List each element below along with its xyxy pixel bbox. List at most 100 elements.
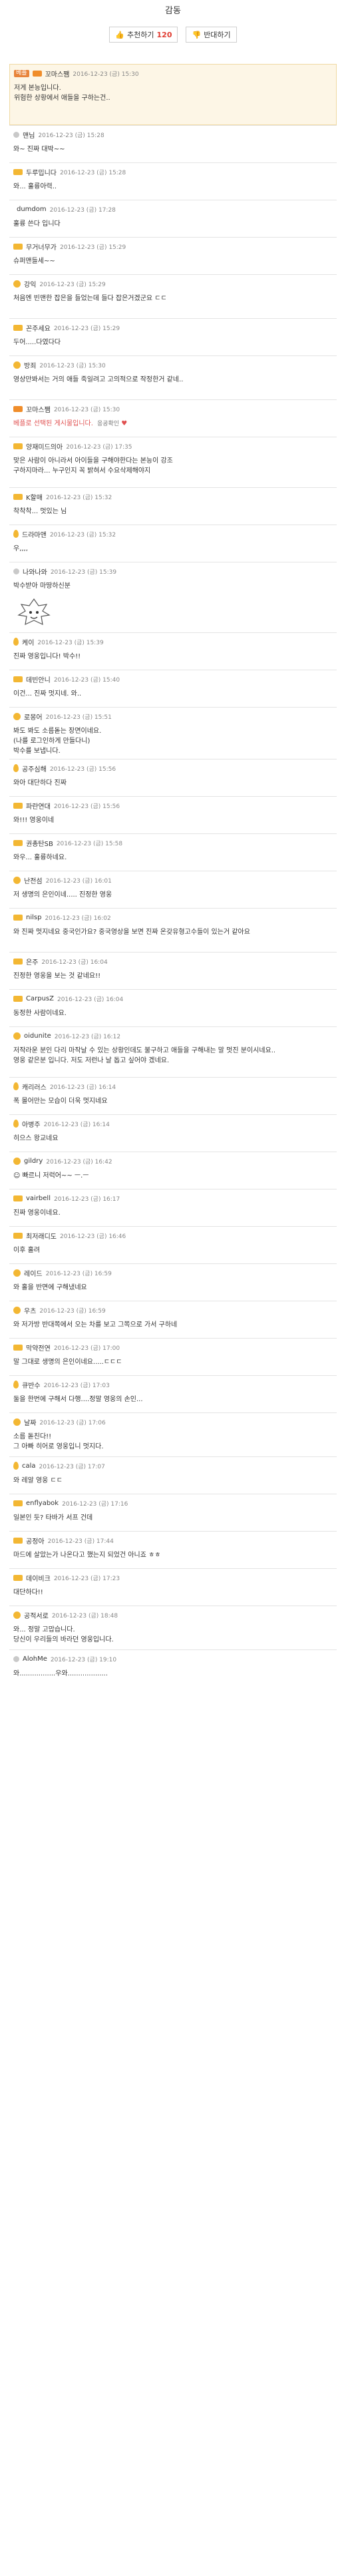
member-level-icon xyxy=(13,764,19,772)
comment-line: 히으스 왕교네요 xyxy=(13,1135,59,1142)
comment-body: 말 그대로 생명의 은인이네요.....ㄷㄷㄷ xyxy=(13,1352,333,1367)
comment-header: 은주 2016-12-23 (금) 16:04 xyxy=(13,957,333,966)
oppose-button[interactable]: 👎 반대하기 xyxy=(186,27,237,43)
comment-date: 2016-12-23 (금) 15:58 xyxy=(56,840,123,847)
comment-author[interactable]: 공정아 xyxy=(26,1536,45,1546)
comment-line: 영상만봐서는 거의 애들 죽일려고 고의적으로 작정한거 같네.. xyxy=(13,376,184,383)
comment-line: 와.................우와................... xyxy=(13,1670,108,1677)
comment-body: 대단하다!! xyxy=(13,1582,333,1598)
comment-author[interactable]: 맨님 xyxy=(23,130,35,140)
comment-header: 나와나와 2016-12-23 (금) 15:39 xyxy=(13,566,333,576)
comment-author[interactable]: K할매 xyxy=(26,492,43,502)
comment-author[interactable]: 데이비크 xyxy=(26,1573,51,1583)
comment-author[interactable]: 공적서로 xyxy=(24,1610,49,1620)
comment-author[interactable]: 큐반수 xyxy=(22,1380,41,1390)
comment-author[interactable]: 최저래디도 xyxy=(26,1231,57,1241)
comment-author[interactable]: 파란연대 xyxy=(26,801,51,811)
comment-body: 슈퍼맨들세~~ xyxy=(13,251,333,266)
comment-author[interactable]: vairbell xyxy=(26,1195,51,1202)
comment-body: 착착착... 멋있는 님 xyxy=(13,501,333,517)
comment-author[interactable]: 무거너무가 xyxy=(26,242,57,252)
comment-line: 진정한 영웅을 보는 것 같네요!! xyxy=(13,972,101,980)
comment-date: 2016-12-23 (금) 15:29 xyxy=(39,281,106,288)
comment-author[interactable]: 꼰주세요 xyxy=(26,323,51,333)
comment-line: 처음엔 빈맨한 잡은을 들었는데 들다 잡은거겠군요 ㄷㄷ xyxy=(13,295,167,302)
comment-line: 일본인 듯? 타바가 서프 건데 xyxy=(13,1514,93,1522)
comment-author[interactable]: 꼬마스쨈 xyxy=(45,69,70,79)
comment-date: 2016-12-23 (금) 15:30 xyxy=(73,71,139,78)
comment-line: 위험한 상황에서 애들을 구하는건.. xyxy=(14,95,110,102)
comment-author[interactable]: 아병주 xyxy=(22,1119,41,1129)
recommend-button[interactable]: 👍 추천하기 120 xyxy=(109,27,178,43)
view-original-link[interactable]: 응공확인 xyxy=(97,421,119,427)
comment-line: 슈퍼맨들세~~ xyxy=(13,258,55,265)
comment-item: vairbell 2016-12-23 (금) 16:17 진짜 영웅이네요. xyxy=(9,1189,337,1226)
comment-author[interactable]: 나와나와 xyxy=(23,566,47,576)
comment-body: 와!!! 영웅이네 xyxy=(13,810,333,825)
comment-body: 와... 훌륭아력.. xyxy=(13,176,333,192)
comment-author[interactable]: gildry xyxy=(24,1158,43,1165)
comment-author[interactable]: 캐리러스 xyxy=(22,1082,47,1092)
comment-date: 2016-12-23 (금) 16:14 xyxy=(43,1121,110,1128)
comment-author[interactable]: 드라마앤 xyxy=(22,529,47,539)
comment-line: 두어.....다였다다 xyxy=(13,339,61,346)
thumbs-up-icon: 👍 xyxy=(115,30,125,39)
comment-author[interactable]: dumdom xyxy=(17,206,47,213)
comment-item: gildry 2016-12-23 (금) 16:42 ☺ 빠르니 저럭어~~ ㅡ.… xyxy=(9,1152,337,1189)
comment-header: 양재미드의아 2016-12-23 (금) 17:35 xyxy=(13,441,333,451)
comment-author[interactable]: 방죄 xyxy=(24,360,36,370)
comment-item: K할매 2016-12-23 (금) 15:32 착착착... 멋있는 님 xyxy=(9,487,337,525)
comment-item: CarpusZ 2016-12-23 (금) 16:04 동정한 사람이네요. xyxy=(9,989,337,1026)
comment-item: 날짜 2016-12-23 (금) 17:06 소름 돋친다!! 그 아빠 히어로 영… xyxy=(9,1412,337,1456)
comment-date: 2016-12-23 (금) 17:03 xyxy=(43,1382,110,1389)
comment-date: 2016-12-23 (금) 15:30 xyxy=(39,362,106,369)
comment-item: 강익 2016-12-23 (금) 15:29 처음엔 빈맨한 잡은을 들었는데 들… xyxy=(9,274,337,318)
comment-body: 와 홀을 반면에 구해냈네요 xyxy=(13,1277,333,1293)
member-level-icon xyxy=(13,876,21,884)
comment-date: 2016-12-23 (금) 17:16 xyxy=(62,1500,128,1508)
vote-bar: 👍 추천하기 120 👎 반대하기 xyxy=(0,27,346,43)
comment-item: 데이비크 2016-12-23 (금) 17:23 대단하다!! xyxy=(9,1568,337,1606)
member-level-icon xyxy=(13,1537,23,1544)
comment-body: 진짜 영웅이네요. xyxy=(13,1203,333,1218)
comment-header: 캐리러스 2016-12-23 (금) 16:14 xyxy=(13,1082,333,1092)
comment-line: (나를 로그인하게 만들다니) xyxy=(13,738,90,745)
comment-item: 드라마앤 2016-12-23 (금) 15:32 우,,,, xyxy=(9,525,337,562)
member-level-icon xyxy=(13,361,21,369)
comment-author[interactable]: 데빈안니 xyxy=(26,674,51,684)
comment-author[interactable]: 두루밉니다 xyxy=(26,167,57,177)
comment-author[interactable]: CarpusZ xyxy=(26,995,54,1002)
comment-author[interactable]: AlohMe xyxy=(23,1655,47,1663)
comment-author[interactable]: 난전섬 xyxy=(24,875,43,885)
comment-author[interactable]: 은주 xyxy=(26,957,38,966)
comment-author[interactable]: 로몽어 xyxy=(24,712,43,722)
comment-author[interactable]: 케이 xyxy=(22,637,34,647)
comment-date: 2016-12-23 (금) 17:28 xyxy=(49,206,116,214)
comment-body: 두어.....다였다다 xyxy=(13,332,333,347)
comment-body: 동정한 사람이네요. xyxy=(13,1003,333,1018)
comment-header: 두루밉니다 2016-12-23 (금) 15:28 xyxy=(13,167,333,177)
comment-author[interactable]: nilsp xyxy=(26,914,41,921)
comment-author[interactable]: 우츠 xyxy=(24,1305,36,1315)
comment-date: 2016-12-23 (금) 16:59 xyxy=(39,1307,106,1315)
member-level-icon xyxy=(13,280,21,288)
comment-author[interactable]: 레이드 xyxy=(24,1268,43,1278)
comment-author[interactable]: 양재미드의아 xyxy=(26,441,63,451)
comment-line: 마드에 살았는가 나온다고 했는지 되었건 아니죠 ㅎㅎ xyxy=(13,1552,161,1559)
blind-notice: 베플로 선택된 게시물입니다. xyxy=(13,420,93,427)
comment-date: 2016-12-23 (금) 16:02 xyxy=(45,915,111,922)
comment-author[interactable]: oidunite xyxy=(24,1032,51,1040)
comment-author[interactable]: 공주심해 xyxy=(22,763,47,773)
comment-author[interactable]: 권총탄SB xyxy=(26,838,53,848)
comment-author[interactable]: enflyabok xyxy=(26,1500,59,1507)
comment-author[interactable]: 강익 xyxy=(24,279,36,289)
comment-author[interactable]: 날짜 xyxy=(24,1417,36,1427)
comment-body: 우,,,, xyxy=(13,538,333,554)
comment-body: 영상만봐서는 거의 애들 죽일려고 고의적으로 작정한거 같네.. xyxy=(13,369,333,385)
comment-author[interactable]: 막약전연 xyxy=(26,1343,51,1353)
comment-line: 와~ 진짜 대박~~ xyxy=(13,146,65,153)
comment-header: 공정아 2016-12-23 (금) 17:44 xyxy=(13,1536,333,1546)
comment-author[interactable]: 꼬마스쨈 xyxy=(26,404,51,414)
comment-author[interactable]: cala xyxy=(22,1462,36,1470)
comment-item: 꼰주세요 2016-12-23 (금) 15:29 두어.....다였다다 xyxy=(9,318,337,355)
